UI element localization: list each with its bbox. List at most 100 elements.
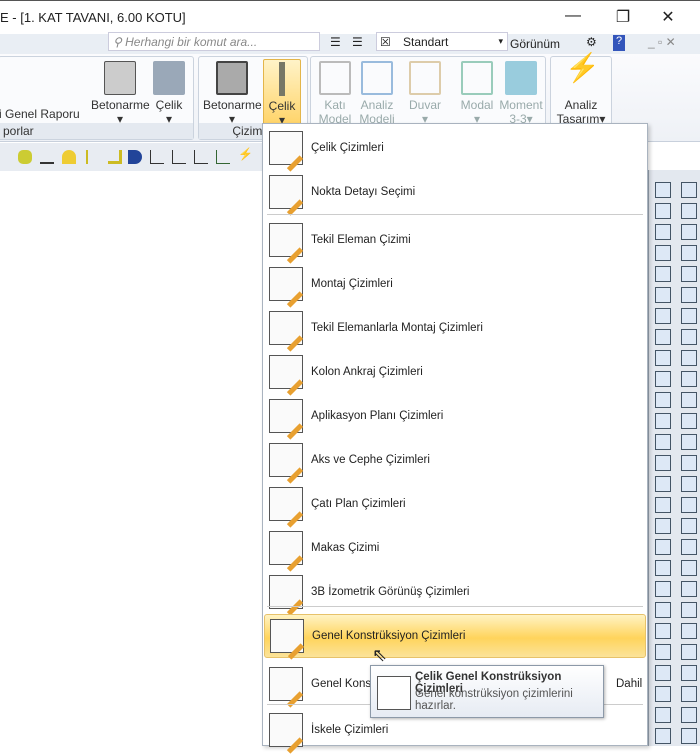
tool-icon[interactable] (655, 644, 671, 660)
tool-icon[interactable] (655, 413, 671, 429)
command-search-input[interactable]: ⚲ Herhangi bir komut ara... (108, 32, 320, 51)
dome-icon[interactable] (62, 150, 76, 164)
tool-icon[interactable] (655, 350, 671, 366)
tool-icon[interactable] (681, 329, 697, 345)
draw-celik-button[interactable]: Çelik ▾ (263, 59, 301, 127)
solid-model-button[interactable]: Katı Model (315, 61, 355, 126)
general-report-button[interactable]: i Genel Raporu (0, 107, 80, 121)
tool-icon[interactable] (655, 665, 671, 681)
tool-icon[interactable] (655, 392, 671, 408)
tool-icon[interactable] (681, 203, 697, 219)
moment-button[interactable]: Moment 3-3▾ (499, 61, 543, 126)
menu-item[interactable]: Çelik Çizimleri (264, 126, 646, 170)
tool-icon[interactable] (655, 728, 671, 744)
corner-icon[interactable] (108, 150, 122, 164)
tool-icon[interactable] (655, 434, 671, 450)
tool-icon[interactable] (655, 182, 671, 198)
help-icon[interactable]: ? (613, 35, 625, 51)
tool-icon[interactable] (681, 434, 697, 450)
drawing-toolbar: ⚡ (0, 143, 262, 171)
tool-icon[interactable] (655, 581, 671, 597)
tool-icon[interactable] (655, 518, 671, 534)
graph-query-icon[interactable] (194, 150, 208, 164)
graph-icon[interactable] (150, 150, 164, 164)
analysis-model-button[interactable]: Analiz Modeli (357, 61, 397, 126)
tool-icon[interactable] (655, 455, 671, 471)
menu-item[interactable]: Makas Çizimi (264, 526, 646, 570)
anchor-icon[interactable] (86, 150, 100, 164)
tool-icon[interactable] (681, 602, 697, 618)
menu-item[interactable]: Montaj Çizimleri (264, 262, 646, 306)
close-button[interactable]: ✕ (653, 7, 683, 27)
minimize-button[interactable]: — (558, 7, 588, 25)
tool-icon[interactable] (681, 518, 697, 534)
tool-icon[interactable] (655, 287, 671, 303)
tool-icon[interactable] (655, 539, 671, 555)
menu-item[interactable]: Tekil Eleman Çizimi (264, 218, 646, 262)
stair-icon[interactable] (40, 150, 54, 164)
tool-icon[interactable] (681, 560, 697, 576)
lightning-icon[interactable]: ⚡ (238, 147, 253, 161)
tool-icon[interactable] (655, 371, 671, 387)
tool-icon[interactable] (681, 308, 697, 324)
layers2-icon[interactable]: ☰ (352, 35, 363, 49)
tool-icon[interactable] (655, 224, 671, 240)
settings-icon[interactable]: ⚙ (586, 35, 597, 49)
tool-icon[interactable] (681, 371, 697, 387)
report-betonarme-button[interactable]: Betonarme ▾ (91, 61, 150, 126)
restore-button[interactable]: ❐ (608, 7, 638, 27)
view-menu[interactable]: Görünüm (510, 37, 560, 51)
tool-icon[interactable] (655, 686, 671, 702)
draw-betonarme-button[interactable]: Betonarme ▾ (203, 61, 262, 126)
tool-icon[interactable] (681, 665, 697, 681)
menu-item[interactable]: Tekil Elemanlarla Montaj Çizimleri (264, 306, 646, 350)
tool-icon[interactable] (681, 686, 697, 702)
tool-icon[interactable] (681, 455, 697, 471)
tool-icon[interactable] (655, 203, 671, 219)
menu-item[interactable]: Aks ve Cephe Çizimleri (264, 438, 646, 482)
tool-icon[interactable] (681, 392, 697, 408)
menu-item[interactable]: Aplikasyon Planı Çizimleri (264, 394, 646, 438)
tool-icon[interactable] (681, 350, 697, 366)
tool-icon[interactable] (655, 707, 671, 723)
tool-icon[interactable] (681, 413, 697, 429)
column-icon[interactable] (18, 150, 32, 164)
tool-icon[interactable] (681, 497, 697, 513)
menu-item[interactable]: Nokta Detayı Seçimi (264, 170, 646, 214)
analysis-design-button[interactable]: ⚡ Analiz Tasarım▾ (553, 54, 609, 127)
tool-icon[interactable] (655, 329, 671, 345)
graph-p-icon[interactable] (172, 150, 186, 164)
tool-icon[interactable] (655, 245, 671, 261)
tool-icon[interactable] (655, 266, 671, 282)
tool-icon[interactable] (681, 287, 697, 303)
tool-icon[interactable] (681, 182, 697, 198)
tool-icon[interactable] (655, 602, 671, 618)
mdi-controls[interactable]: _ ▫ ✕ (648, 35, 676, 49)
tool-icon[interactable] (681, 245, 697, 261)
tool-icon[interactable] (681, 539, 697, 555)
tool-icon[interactable] (655, 560, 671, 576)
tool-icon[interactable] (681, 266, 697, 282)
menu-item[interactable]: Kolon Ankraj Çizimleri (264, 350, 646, 394)
tool-icon[interactable] (681, 476, 697, 492)
tool-icon[interactable] (681, 644, 697, 660)
tool-icon[interactable] (681, 581, 697, 597)
tool-icon[interactable] (655, 308, 671, 324)
report-celik-button[interactable]: Çelik ▾ (151, 61, 187, 126)
style-select[interactable]: ☒ Standart ▾ (376, 32, 508, 51)
tool-icon[interactable] (681, 728, 697, 744)
spectrum-icon[interactable] (216, 150, 230, 164)
modal-button[interactable]: Modal ▾ (457, 61, 497, 126)
menu-item[interactable]: 3B İzometrik Görünüş Çizimleri (264, 570, 646, 614)
tool-icon[interactable] (655, 476, 671, 492)
layers-icon[interactable]: ☰ (330, 35, 341, 49)
tool-icon[interactable] (655, 623, 671, 639)
menu-item[interactable]: Genel Konstrüksiyon Çizimleri (264, 614, 646, 658)
tool-icon[interactable] (655, 497, 671, 513)
tool-icon[interactable] (681, 623, 697, 639)
tool-icon[interactable] (681, 224, 697, 240)
wall-button[interactable]: Duvar ▾ (405, 61, 445, 126)
menu-item[interactable]: Çatı Plan Çizimleri (264, 482, 646, 526)
tool-icon[interactable] (681, 707, 697, 723)
shape-icon[interactable] (128, 150, 142, 164)
